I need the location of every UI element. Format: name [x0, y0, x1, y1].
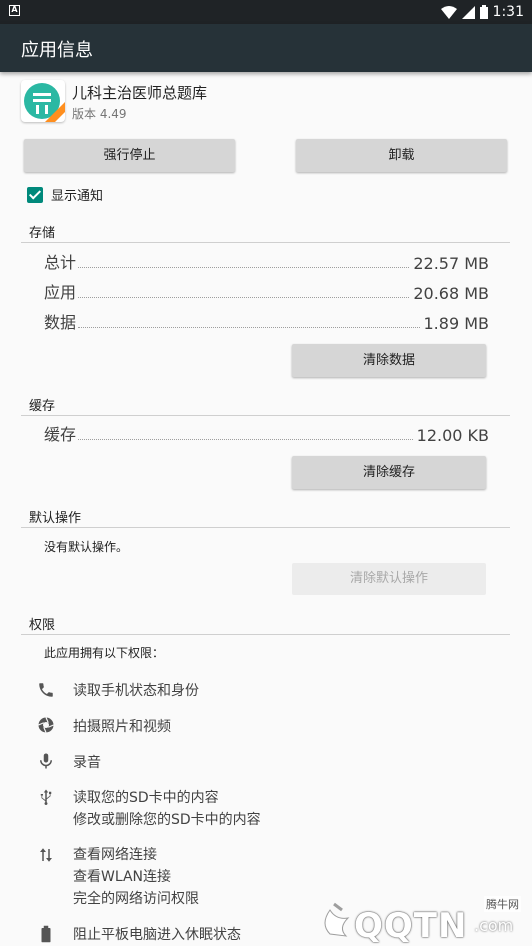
camera-icon — [37, 716, 55, 734]
storage-total-value: 22.57 MB — [413, 254, 489, 273]
storage-app-value: 20.68 MB — [413, 284, 489, 303]
cache-section-title: 缓存 — [29, 399, 56, 414]
permission-line: 读取手机状态和身份 — [73, 683, 199, 699]
wifi-icon — [440, 5, 457, 19]
cache-row: 缓存 12.00 KB — [44, 423, 489, 445]
no-defaults-text: 没有默认操作。 — [44, 540, 129, 554]
permissions-section-title: 权限 — [29, 618, 56, 633]
page-title: 应用信息 — [21, 40, 93, 61]
show-notifications-row[interactable]: 显示通知 — [27, 185, 103, 204]
permission-line: 阻止平板电脑进入休眠状态 — [73, 927, 241, 943]
storage-row-total: 总计 22.57 MB — [44, 251, 489, 273]
cache-divider — [21, 415, 510, 416]
force-stop-button[interactable]: 强行停止 — [24, 139, 235, 172]
microphone-icon — [37, 752, 55, 770]
storage-row-app: 应用 20.68 MB — [44, 281, 489, 303]
permissions-intro: 此应用拥有以下权限： — [44, 646, 165, 660]
watermark-suffix: .com — [474, 916, 514, 935]
permissions-divider — [21, 634, 510, 635]
permission-item: 拍摄照片和视频 — [73, 716, 171, 738]
storage-data-label: 数据 — [44, 313, 77, 332]
battery-icon — [37, 925, 55, 943]
clear-cache-button[interactable]: 清除缓存 — [292, 456, 486, 489]
permission-item: 录音 — [73, 752, 101, 774]
signal-icon — [461, 5, 475, 19]
dotted-leader — [78, 327, 420, 328]
storage-row-data: 数据 1.89 MB — [44, 311, 489, 333]
permission-item: 读取您的SD卡中的内容 修改或删除您的SD卡中的内容 — [73, 787, 261, 831]
cache-value: 12.00 KB — [416, 426, 489, 445]
storage-app-label: 应用 — [44, 283, 77, 302]
app-version: 版本 4.49 — [72, 107, 127, 121]
storage-section-title: 存储 — [29, 226, 56, 241]
notification-app-icon: A — [9, 5, 20, 16]
phone-icon — [37, 681, 55, 699]
app-name: 儿科主治医师总题库 — [72, 84, 208, 102]
defaults-divider — [21, 527, 510, 528]
dotted-leader — [78, 267, 410, 268]
permission-line: 查看网络连接 — [73, 847, 157, 863]
dotted-leader — [78, 439, 413, 440]
storage-divider — [21, 242, 510, 243]
show-notifications-label: 显示通知 — [51, 189, 104, 204]
permission-line: 修改或删除您的SD卡中的内容 — [73, 812, 261, 828]
status-bar: A 1:31 — [0, 0, 532, 24]
app-bar: 应用信息 — [0, 24, 532, 72]
battery-status-icon — [479, 5, 488, 19]
permission-line: 拍摄照片和视频 — [73, 719, 171, 735]
storage-data-value: 1.89 MB — [423, 314, 490, 333]
watermark-text: QQTN — [354, 906, 468, 946]
uninstall-button[interactable]: 卸载 — [296, 139, 507, 172]
permission-line: 录音 — [73, 755, 101, 771]
defaults-section-title: 默认操作 — [29, 511, 82, 526]
usb-icon — [37, 788, 55, 806]
permission-item: 查看网络连接 查看WLAN连接 完全的网络访问权限 — [73, 844, 199, 910]
cache-label: 缓存 — [44, 425, 77, 444]
dotted-leader — [78, 297, 410, 298]
clear-defaults-button: 清除默认操作 — [292, 563, 486, 595]
permission-line: 完全的网络访问权限 — [73, 891, 199, 907]
network-arrows-icon — [37, 846, 55, 864]
watermark: QQTN .com 腾牛网 — [316, 896, 526, 946]
permission-item: 读取手机状态和身份 — [73, 680, 199, 702]
show-notifications-checkbox[interactable] — [27, 186, 43, 203]
clear-data-button[interactable]: 清除数据 — [292, 344, 486, 377]
app-launcher-icon — [21, 80, 65, 122]
permission-line: 读取您的SD卡中的内容 — [73, 790, 219, 806]
permission-item: 阻止平板电脑进入休眠状态 — [73, 924, 241, 946]
watermark-brand: 腾牛网 — [484, 896, 521, 912]
permission-line: 查看WLAN连接 — [73, 869, 172, 885]
status-time: 1:31 — [492, 4, 524, 20]
storage-total-label: 总计 — [44, 253, 77, 272]
